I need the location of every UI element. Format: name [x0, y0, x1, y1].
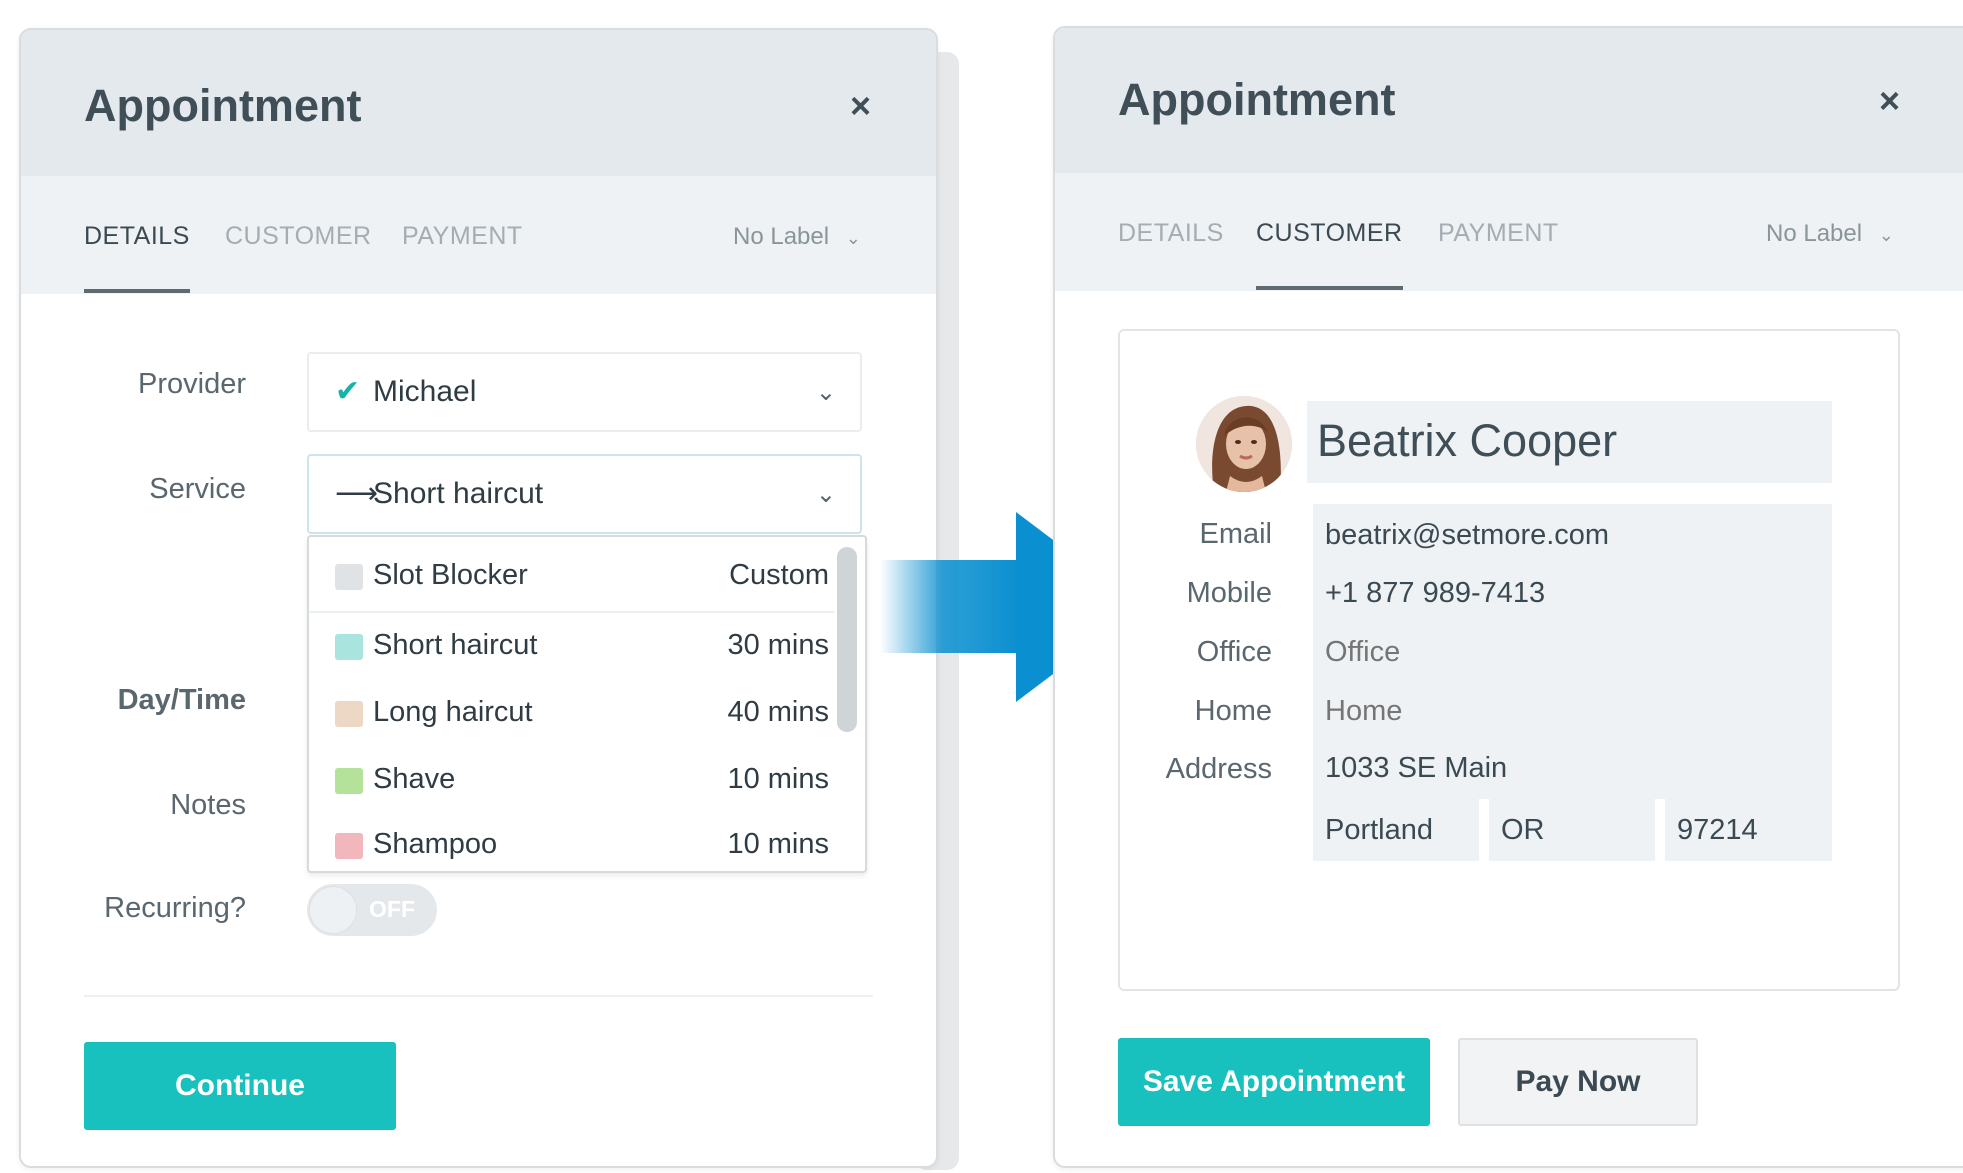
customer-card: Beatrix Cooper Email Mobile Office Home … — [1118, 329, 1900, 991]
label-dropdown-text: No Label — [1766, 220, 1863, 247]
tab-payment[interactable]: PAYMENT — [402, 222, 523, 289]
appointment-customer-dialog: Appointment × DETAILS CUSTOMER PAYMENT N… — [1053, 26, 1963, 1168]
provider-value: Michael — [373, 375, 477, 408]
tab-bar: DETAILS CUSTOMER PAYMENT No Label ⌄ — [1055, 173, 1963, 291]
dialog-title: Appointment — [1118, 74, 1396, 125]
dialog-title: Appointment — [84, 80, 362, 131]
tab-bar: DETAILS CUSTOMER PAYMENT No Label ⌄ — [21, 176, 936, 294]
service-duration: 10 mins — [727, 828, 829, 860]
provider-select[interactable]: ✔ Michael ⌄ — [307, 352, 862, 432]
state-field[interactable] — [1489, 799, 1655, 861]
service-color-swatch — [335, 701, 363, 727]
service-color-swatch — [335, 564, 363, 590]
service-select[interactable]: ⟶ Short haircut ⌄ — [307, 454, 862, 534]
chevron-down-icon: ⌄ — [815, 481, 836, 508]
list-item[interactable]: Shave 10 mins — [309, 751, 829, 811]
service-color-swatch — [335, 833, 363, 859]
appointment-details-dialog: Appointment × DETAILS CUSTOMER PAYMENT N… — [19, 28, 938, 1168]
scrollbar[interactable] — [837, 547, 857, 732]
notes-label: Notes — [170, 789, 246, 821]
pay-now-button[interactable]: Pay Now — [1458, 1038, 1698, 1126]
dialog-header: Appointment × — [1055, 28, 1963, 173]
email-field[interactable] — [1313, 504, 1832, 566]
mobile-label: Mobile — [1186, 577, 1272, 609]
tab-details[interactable]: DETAILS — [84, 222, 190, 293]
list-item[interactable]: Slot Blocker Custom — [309, 547, 829, 607]
recurring-label: Recurring? — [104, 892, 246, 924]
office-field[interactable] — [1313, 621, 1832, 683]
avatar-image — [1196, 396, 1292, 492]
email-label: Email — [1199, 518, 1272, 550]
divider — [309, 611, 834, 613]
close-icon[interactable]: × — [1879, 80, 1900, 122]
continue-button[interactable]: Continue — [84, 1042, 396, 1130]
service-label: Service — [149, 473, 246, 505]
check-icon: ✔ — [335, 375, 361, 408]
service-color-swatch — [335, 634, 363, 660]
city-field[interactable] — [1313, 799, 1479, 861]
divider — [84, 995, 873, 997]
service-dropdown-list: Slot Blocker Custom Short haircut 30 min… — [307, 535, 867, 873]
tab-details[interactable]: DETAILS — [1118, 219, 1224, 286]
service-name: Shampoo — [373, 828, 498, 860]
arrow-right-icon: ⟶ — [335, 477, 379, 510]
office-label: Office — [1196, 636, 1272, 668]
provider-label: Provider — [138, 368, 246, 400]
chevron-down-icon: ⌄ — [1878, 225, 1894, 245]
avatar[interactable] — [1196, 396, 1292, 492]
service-duration: Custom — [729, 559, 829, 591]
service-color-swatch — [335, 768, 363, 794]
service-name: Slot Blocker — [373, 559, 528, 591]
home-label: Home — [1194, 695, 1272, 727]
toggle-state: OFF — [369, 896, 415, 922]
home-field[interactable] — [1313, 680, 1832, 742]
service-name: Short haircut — [373, 629, 538, 661]
service-value: Short haircut — [373, 477, 544, 510]
label-dropdown[interactable]: No Label ⌄ — [1766, 220, 1894, 248]
toggle-knob — [309, 886, 357, 934]
address-label: Address — [1165, 753, 1272, 785]
list-item[interactable]: Shampoo 10 mins — [309, 816, 829, 876]
zip-field[interactable] — [1665, 799, 1832, 861]
service-duration: 10 mins — [727, 763, 829, 795]
service-duration: 40 mins — [727, 696, 829, 728]
chevron-down-icon: ⌄ — [845, 228, 861, 248]
chevron-down-icon: ⌄ — [815, 379, 836, 406]
service-duration: 30 mins — [727, 629, 829, 661]
tab-payment[interactable]: PAYMENT — [1438, 219, 1559, 286]
dialog-header: Appointment × — [21, 30, 936, 176]
close-icon[interactable]: × — [850, 85, 871, 127]
label-dropdown[interactable]: No Label ⌄ — [733, 223, 861, 251]
recurring-toggle[interactable]: OFF — [307, 884, 437, 936]
customer-name-field[interactable]: Beatrix Cooper — [1307, 401, 1832, 483]
tab-customer[interactable]: CUSTOMER — [225, 222, 372, 289]
label-dropdown-text: No Label — [733, 223, 830, 250]
mobile-field[interactable] — [1313, 562, 1832, 624]
service-name: Shave — [373, 763, 456, 795]
save-appointment-button[interactable]: Save Appointment — [1118, 1038, 1430, 1126]
tab-customer[interactable]: CUSTOMER — [1256, 219, 1403, 290]
day-time-label: Day/Time — [117, 684, 246, 716]
service-name: Long haircut — [373, 696, 533, 728]
address-field[interactable] — [1313, 737, 1832, 799]
list-item[interactable]: Long haircut 40 mins — [309, 684, 829, 744]
list-item[interactable]: Short haircut 30 mins — [309, 617, 829, 677]
